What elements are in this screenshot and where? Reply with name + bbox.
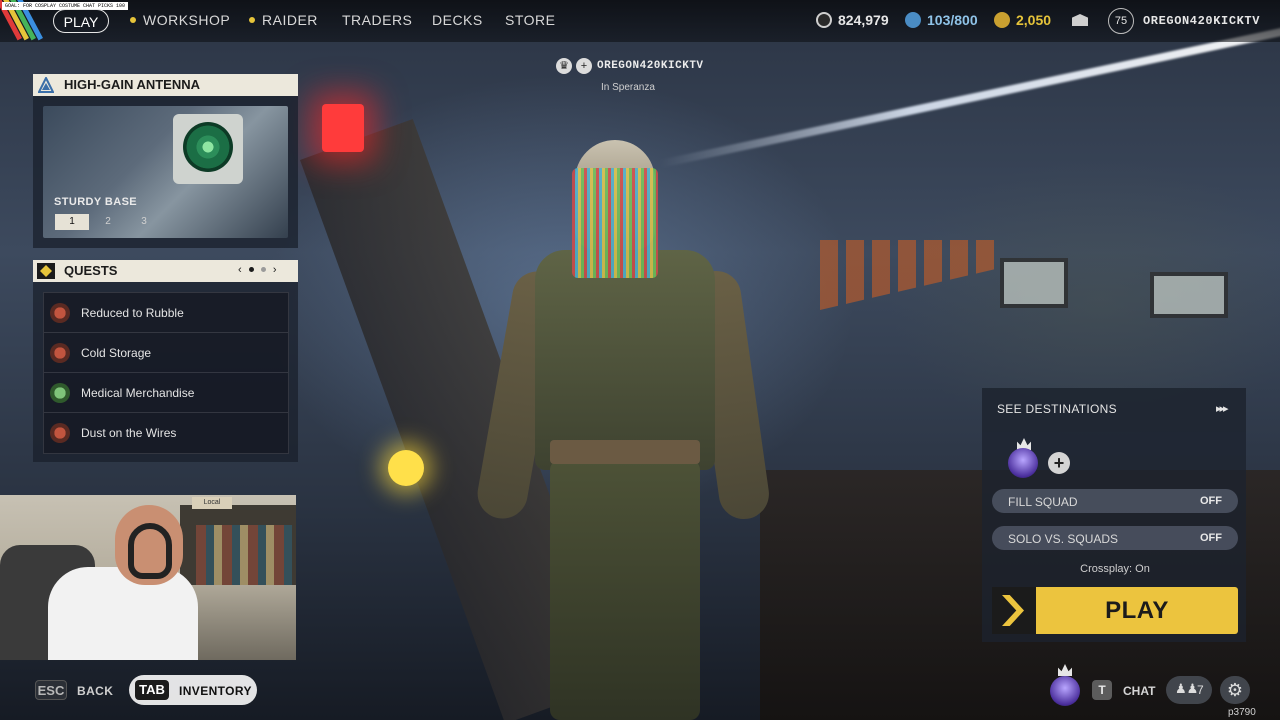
coin-icon [816,12,832,28]
scene-tv-screen [1000,258,1068,308]
fill-squad-toggle[interactable]: FILL SQUAD OFF [992,489,1238,513]
antenna-tier-2[interactable]: 2 [91,214,125,230]
player-character-model[interactable] [473,140,773,720]
cred-balance: 103/800 [905,12,978,28]
add-friend-icon[interactable]: + [576,58,592,74]
nav-workshop-label: WORKSHOP [143,12,231,28]
pager-dot [260,267,266,272]
fill-squad-value: OFF [1200,495,1222,507]
headset-icon [128,523,172,579]
quests-list: Reduced to Rubble Cold Storage Medical M… [43,292,289,454]
antenna-header[interactable]: HIGH-GAIN ANTENNA [33,74,298,96]
antenna-triangle-icon [38,77,54,93]
scene-bunting-flags [820,240,1000,310]
player-avatar[interactable] [1050,676,1080,706]
radar-icon [183,122,233,172]
quest-label: Medical Merchandise [81,386,195,400]
antenna-subtitle: STURDY BASE [54,196,138,208]
squad-member-avatar[interactable] [1008,448,1038,478]
quest-label: Dust on the Wires [81,426,177,440]
esc-key[interactable]: ESC [35,680,67,700]
antenna-tier-1[interactable]: 1 [55,214,89,230]
quest-item[interactable]: Reduced to Rubble [44,293,288,333]
player-level-badge[interactable]: 75 [1108,8,1134,34]
radar-monitor-icon [173,114,243,184]
back-button[interactable]: BACK [77,684,113,698]
raider-token-balance: 2,050 [994,12,1051,28]
webcam-sign: Local [192,497,232,509]
player-tag-name: OREGON420KICKTV [597,60,704,72]
see-destinations-label: SEE DESTINATIONS [997,402,1117,416]
tab-key: TAB [135,680,169,700]
pager-dot-active [248,267,254,272]
antenna-tier-3[interactable]: 3 [127,214,161,230]
character-torso [535,250,715,470]
chat-button[interactable]: CHAT [1123,684,1155,698]
quest-item[interactable]: Cold Storage [44,333,288,373]
solo-vs-squads-label: SOLO VS. SQUADS [1008,532,1119,546]
notification-dot-icon [249,17,255,23]
character-legs [550,460,700,720]
fill-squad-label: FILL SQUAD [1008,495,1078,509]
coins-balance: 824,979 [816,12,889,28]
cred-icon [905,12,921,28]
solo-vs-squads-toggle[interactable]: SOLO VS. SQUADS OFF [992,526,1238,550]
profile-username[interactable]: OREGON420KICKTV [1143,14,1260,28]
quest-icon [50,423,70,443]
crossplay-status: Crossplay: On [1080,563,1150,575]
quest-icon [50,383,70,403]
cred-value: 103/800 [927,12,978,28]
nav-traders-tab[interactable]: TRADERS [342,12,412,28]
player-location: In Speranza [601,82,655,93]
crown-icon: ♛ [556,58,572,74]
scene-yellow-light [388,450,424,486]
quests-diamond-icon [37,263,55,279]
raider-token-icon [994,12,1010,28]
streamer-webcam: Local [0,495,296,660]
character-belt [550,440,700,464]
friends-icon: ♟♟ [1175,681,1199,696]
chevron-triple-right-icon: ▸▸▸ [1216,403,1229,415]
friends-count: 7 [1197,683,1204,697]
webcam-shelf-items [196,525,292,585]
quest-icon [50,303,70,323]
nav-play-tab[interactable]: PLAY [53,9,109,33]
quest-item[interactable]: Dust on the Wires [44,413,288,453]
quest-label: Cold Storage [81,346,152,360]
play-chevron-icon [992,587,1036,634]
nav-workshop-tab[interactable]: WORKSHOP [130,12,230,28]
play-button-label: PLAY [1105,597,1169,624]
character-wire-mask [572,168,658,278]
webcam-person [48,567,198,660]
quests-title: QUESTS [64,263,118,278]
settings-gear-icon[interactable]: ⚙ [1220,676,1250,704]
nav-raider-tab[interactable]: RAIDER [249,12,318,28]
build-version: p3790 [1228,707,1256,718]
quest-item[interactable]: Medical Merchandise [44,373,288,413]
scene-red-light [322,104,364,152]
pager-next-icon[interactable]: › [273,264,277,276]
pager-prev-icon[interactable]: ‹ [238,264,242,276]
raider-token-value: 2,050 [1016,12,1052,28]
nav-store-tab[interactable]: STORE [505,12,555,28]
notification-dot-icon [130,17,136,23]
add-squad-member-icon[interactable]: + [1048,452,1070,474]
nav-decks-tab[interactable]: DECKS [432,12,483,28]
quest-icon [50,343,70,363]
chat-key[interactable]: T [1092,680,1112,700]
scene-tv-screen [1150,272,1228,318]
play-button[interactable]: PLAY [992,587,1238,634]
quest-label: Reduced to Rubble [81,306,184,320]
inventory-label[interactable]: INVENTORY [179,684,252,698]
coins-value: 824,979 [838,12,889,28]
quests-pager[interactable]: ‹ › [236,264,279,276]
solo-vs-squads-value: OFF [1200,532,1222,544]
antenna-title: HIGH-GAIN ANTENNA [64,77,201,92]
nav-raider-label: RAIDER [262,12,318,28]
